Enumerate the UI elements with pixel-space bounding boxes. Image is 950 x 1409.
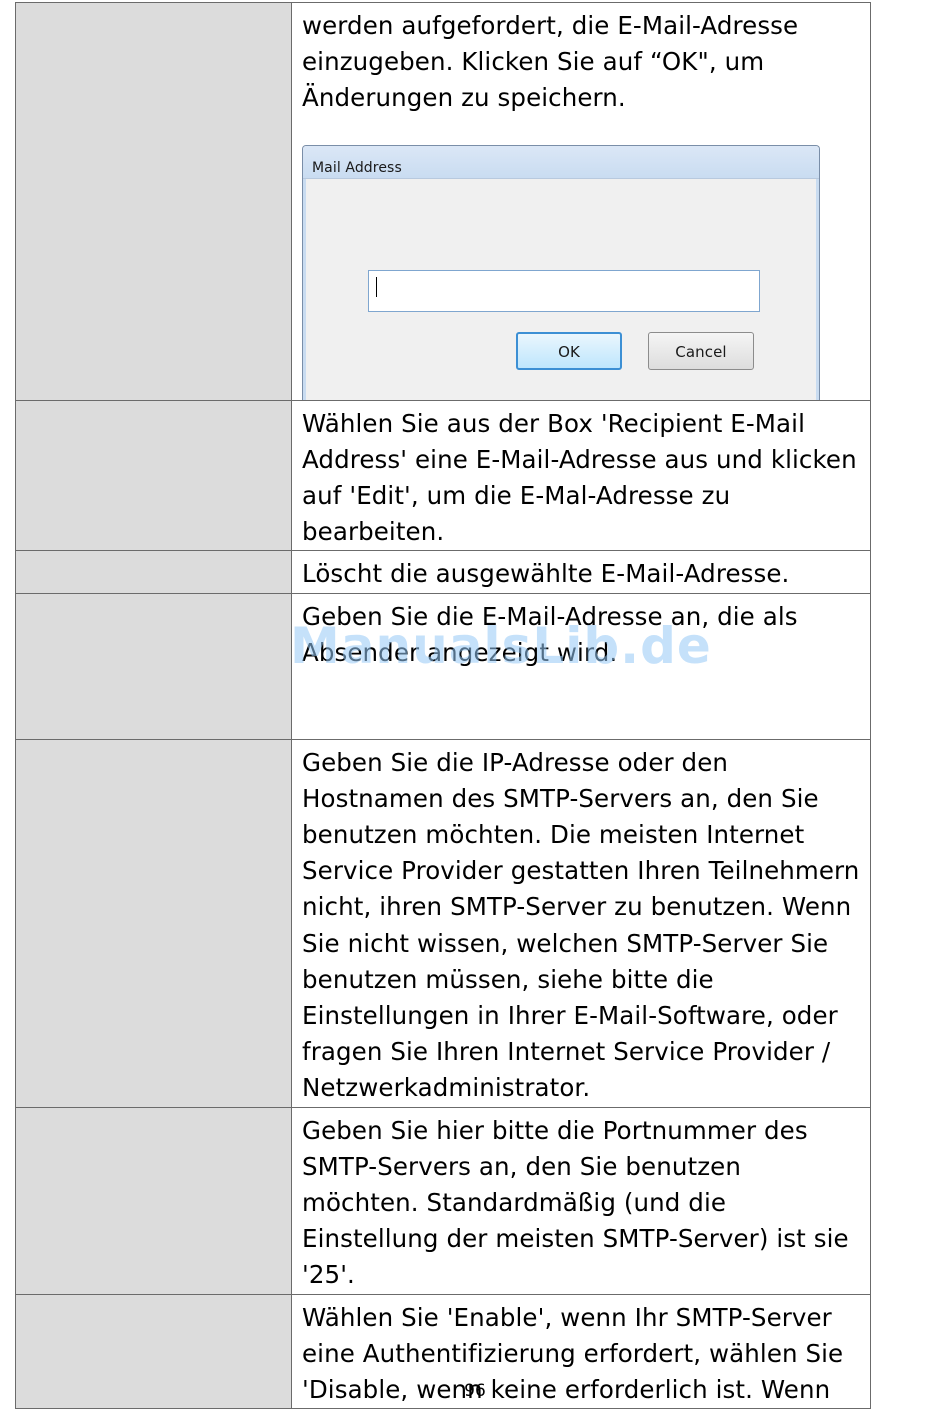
description-cell: Geben Sie die E-Mail-Adresse an, die als… (291, 592, 871, 740)
mail-address-dialog: Mail Address OK Cancel (302, 144, 820, 400)
description-cell: Löscht die ausgewählte E-Mail-Adresse. (291, 550, 871, 594)
description-cell: Wählen Sie aus der Box 'Recipient E-Mail… (291, 399, 871, 552)
dialog-body: OK Cancel (303, 178, 819, 400)
description-text: Löscht die ausgewählte E-Mail-Adresse. (302, 559, 790, 589)
description-text: Geben Sie die IP-Adresse oder den Hostna… (302, 747, 860, 1103)
ok-button[interactable]: OK (516, 331, 622, 370)
table-row: Wählen Sie aus der Box 'Recipient E-Mail… (15, 399, 871, 552)
table-row: Geben Sie die IP-Adresse oder den Hostna… (15, 738, 871, 1108)
label-cell (15, 592, 292, 740)
description-cell: Geben Sie die IP-Adresse oder den Hostna… (291, 738, 871, 1108)
table-row: werden aufgefordert, die E-Mail-Adresse … (15, 2, 871, 401)
mail-address-input[interactable] (368, 269, 760, 312)
label-cell (15, 2, 292, 401)
page-number: 96 (464, 1381, 486, 1401)
description-text: Geben Sie die E-Mail-Adresse an, die als… (302, 601, 798, 667)
label-cell (15, 399, 292, 552)
dialog-title: Mail Address (312, 159, 402, 176)
cancel-button[interactable]: Cancel (648, 331, 754, 370)
table-row: Geben Sie die E-Mail-Adresse an, die als… (15, 592, 871, 740)
text-caret (376, 276, 377, 297)
description-cell: werden aufgefordert, die E-Mail-Adresse … (291, 2, 871, 401)
settings-description-table: werden aufgefordert, die E-Mail-Adresse … (15, 2, 871, 1409)
label-cell (15, 1106, 292, 1295)
description-text: Geben Sie hier bitte die Portnummer des … (302, 1115, 849, 1290)
table-row: Löscht die ausgewählte E-Mail-Adresse. (15, 550, 871, 594)
description-text: Wählen Sie aus der Box 'Recipient E-Mail… (302, 408, 857, 547)
label-cell (15, 550, 292, 594)
table-row: Geben Sie hier bitte die Portnummer des … (15, 1106, 871, 1295)
description-text: werden aufgefordert, die E-Mail-Adresse … (302, 11, 799, 113)
dialog-titlebar: Mail Address (303, 145, 819, 179)
description-cell: Geben Sie hier bitte die Portnummer des … (291, 1106, 871, 1295)
label-cell (15, 738, 292, 1108)
